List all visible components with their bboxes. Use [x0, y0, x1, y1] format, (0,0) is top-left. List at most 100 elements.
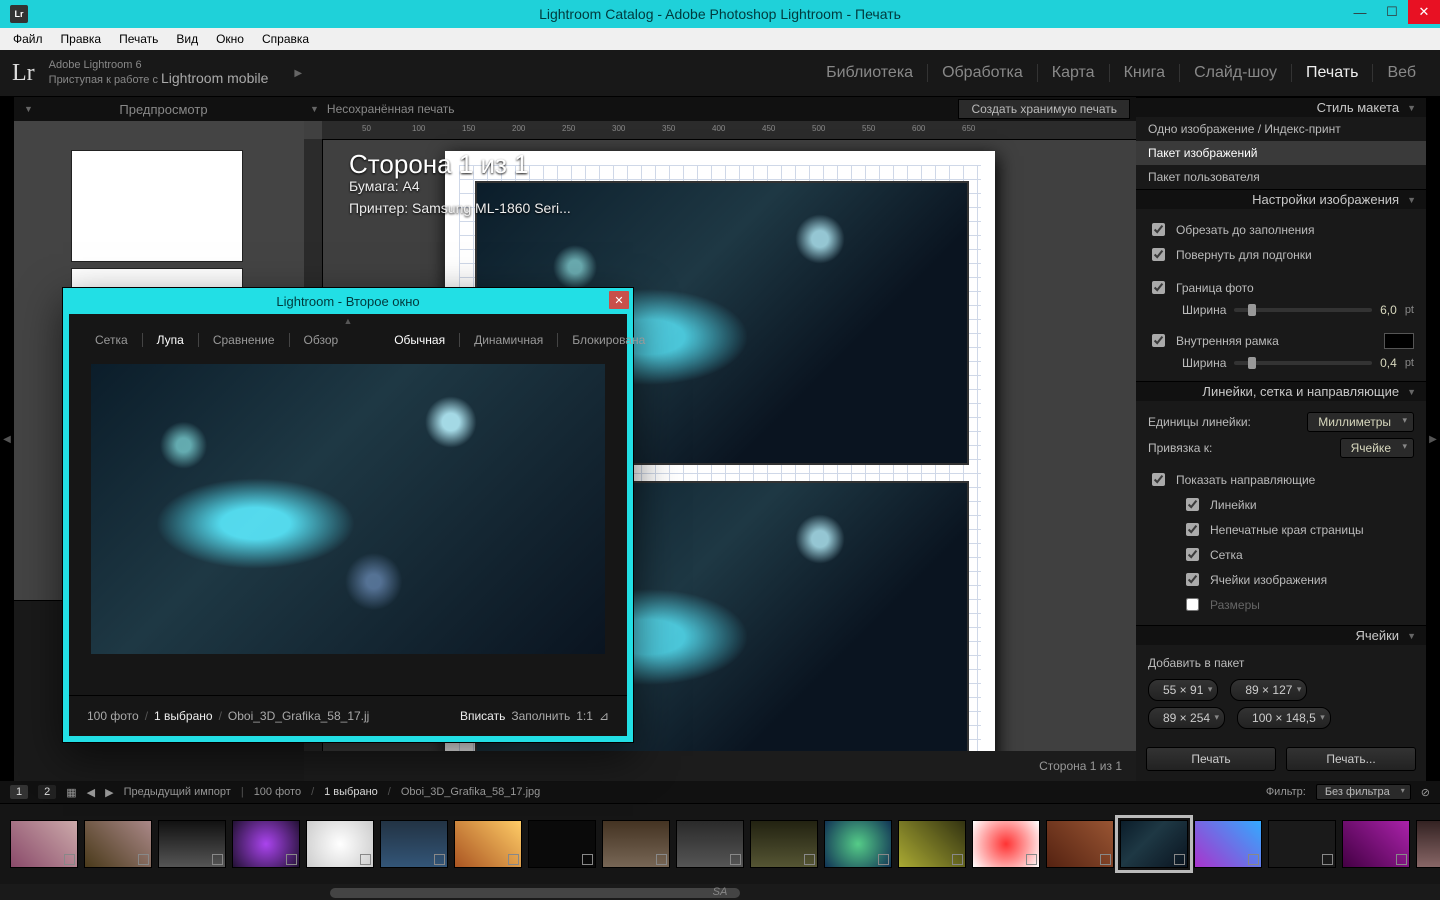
- filmstrip-thumb[interactable]: [972, 820, 1040, 868]
- main-window-indicator[interactable]: 1: [10, 785, 28, 799]
- filmstrip-thumb[interactable]: [1194, 820, 1262, 868]
- preview-page-thumb[interactable]: [72, 151, 242, 261]
- rotate-to-fit-checkbox[interactable]: Повернуть для подгонки: [1148, 242, 1414, 267]
- maximize-button[interactable]: ☐: [1376, 0, 1408, 24]
- filmstrip-thumb[interactable]: [1046, 820, 1114, 868]
- layout-style-header[interactable]: Стиль макета▼: [1136, 97, 1426, 117]
- filmstrip-thumb-selected[interactable]: [1120, 820, 1188, 868]
- filmstrip-thumb[interactable]: [602, 820, 670, 868]
- identity-plate-caret-icon[interactable]: ▶: [294, 68, 302, 79]
- module-library[interactable]: Библиотека: [812, 64, 928, 82]
- module-print[interactable]: Печать: [1292, 64, 1373, 82]
- filmstrip[interactable]: [0, 803, 1440, 884]
- cells-header[interactable]: Ячейки▼: [1136, 625, 1426, 645]
- menu-help[interactable]: Справка: [253, 32, 318, 46]
- mobile-link[interactable]: Lightroom mobile: [161, 70, 268, 86]
- crop-to-fill-checkbox[interactable]: Обрезать до заполнения: [1148, 217, 1414, 242]
- ruler-units-select[interactable]: Миллиметры: [1307, 412, 1414, 432]
- module-map[interactable]: Карта: [1038, 64, 1110, 82]
- show-guides-checkbox[interactable]: Показать направляющие: [1148, 467, 1414, 492]
- second-window-titlebar[interactable]: Lightroom - Второе окно ✕: [63, 288, 633, 314]
- menu-file[interactable]: Файл: [4, 32, 52, 46]
- filmstrip-thumb[interactable]: [528, 820, 596, 868]
- filmstrip-thumb[interactable]: [676, 820, 744, 868]
- tab-locked[interactable]: Блокирована: [558, 333, 659, 347]
- disclosure-triangle-icon: ▼: [24, 104, 33, 114]
- filmstrip-scrollbar[interactable]: SA: [0, 884, 1440, 900]
- style-single[interactable]: Одно изображение / Индекс-принт: [1136, 117, 1426, 141]
- inner-stroke-checkbox[interactable]: Внутренняя рамка: [1148, 328, 1414, 353]
- filmstrip-thumb[interactable]: [824, 820, 892, 868]
- zoom-fill[interactable]: Заполнить: [511, 709, 570, 723]
- zoom-fit[interactable]: Вписать: [460, 709, 505, 723]
- stroke-width-slider[interactable]: [1234, 361, 1372, 365]
- print-dialog-button[interactable]: Печать...: [1286, 747, 1416, 771]
- style-package[interactable]: Пакет изображений: [1136, 141, 1426, 165]
- filmstrip-thumb[interactable]: [232, 820, 300, 868]
- filmstrip-thumb[interactable]: [454, 820, 522, 868]
- rulers-grid-header[interactable]: Линейки, сетка и направляющие▼: [1136, 381, 1426, 401]
- photo-border-checkbox[interactable]: Граница фото: [1148, 275, 1414, 300]
- guide-grid-checkbox[interactable]: Сетка: [1148, 542, 1414, 567]
- filter-lock-icon[interactable]: ⊘: [1421, 786, 1430, 799]
- preview-panel-header[interactable]: ▼ Предпросмотр: [14, 97, 304, 121]
- loupe-image[interactable]: [91, 364, 605, 654]
- tab-normal[interactable]: Обычная: [380, 333, 460, 347]
- border-width-slider[interactable]: [1234, 308, 1372, 312]
- forward-icon[interactable]: ▶: [105, 786, 113, 799]
- source-label[interactable]: Предыдущий импорт: [124, 786, 231, 798]
- guide-cells-checkbox[interactable]: Ячейки изображения: [1148, 567, 1414, 592]
- style-custom[interactable]: Пакет пользователя: [1136, 165, 1426, 189]
- collapse-arrow-icon[interactable]: ▲: [69, 314, 627, 326]
- snap-to-select[interactable]: Ячейке: [1340, 438, 1414, 458]
- module-book[interactable]: Книга: [1110, 64, 1180, 82]
- tab-survey[interactable]: Обзор: [290, 333, 353, 347]
- guide-rulers-checkbox[interactable]: Линейки: [1148, 492, 1414, 517]
- preview-page-thumb[interactable]: [72, 269, 242, 289]
- guide-dims-checkbox[interactable]: Размеры: [1148, 592, 1414, 617]
- grid-view-icon[interactable]: ▦: [66, 786, 76, 799]
- guide-bleed-checkbox[interactable]: Непечатные края страницы: [1148, 517, 1414, 542]
- filmstrip-thumb[interactable]: [84, 820, 152, 868]
- filmstrip-thumb[interactable]: [1416, 820, 1440, 868]
- print-button[interactable]: Печать: [1146, 747, 1276, 771]
- zoom-1to1[interactable]: 1:1: [576, 709, 593, 723]
- filmstrip-thumb[interactable]: [158, 820, 226, 868]
- cell-size-button[interactable]: 100 × 148,5▾: [1237, 707, 1331, 729]
- filmstrip-thumb[interactable]: [750, 820, 818, 868]
- filmstrip-thumb[interactable]: [898, 820, 966, 868]
- menu-window[interactable]: Окно: [207, 32, 253, 46]
- tab-compare[interactable]: Сравнение: [199, 333, 290, 347]
- stroke-color-swatch[interactable]: [1384, 333, 1414, 349]
- menu-edit[interactable]: Правка: [52, 32, 111, 46]
- second-window-close-button[interactable]: ✕: [609, 291, 629, 309]
- create-saved-print-button[interactable]: Создать хранимую печать: [958, 99, 1130, 119]
- menu-print[interactable]: Печать: [110, 32, 167, 46]
- module-web[interactable]: Веб: [1373, 64, 1430, 82]
- tab-grid[interactable]: Сетка: [81, 333, 143, 347]
- tab-live[interactable]: Динамичная: [460, 333, 558, 347]
- module-develop[interactable]: Обработка: [928, 64, 1038, 82]
- filmstrip-thumb[interactable]: [380, 820, 448, 868]
- cell-size-button[interactable]: 55 × 91▾: [1148, 679, 1218, 701]
- back-icon[interactable]: ◀: [87, 786, 95, 799]
- minimize-button[interactable]: —: [1344, 0, 1376, 24]
- filter-select[interactable]: Без фильтра: [1316, 784, 1411, 800]
- module-slideshow[interactable]: Слайд-шоу: [1180, 64, 1292, 82]
- zoom-ratio-icon[interactable]: ⊿: [599, 709, 609, 723]
- filmstrip-thumb[interactable]: [306, 820, 374, 868]
- tab-loupe[interactable]: Лупа: [143, 333, 199, 347]
- right-panel-collapse-icon[interactable]: ▶: [1426, 97, 1440, 781]
- image-settings-header[interactable]: Настройки изображения▼: [1136, 189, 1426, 209]
- cell-size-button[interactable]: 89 × 254▾: [1148, 707, 1225, 729]
- filmstrip-thumb[interactable]: [1268, 820, 1336, 868]
- left-panel-collapse-icon[interactable]: ◀: [0, 97, 14, 781]
- chevron-down-icon[interactable]: ▼: [310, 104, 319, 114]
- close-button[interactable]: ✕: [1408, 0, 1440, 24]
- scrollbar-thumb[interactable]: [330, 888, 740, 898]
- second-window-indicator[interactable]: 2: [38, 785, 56, 799]
- filmstrip-thumb[interactable]: [1342, 820, 1410, 868]
- filmstrip-thumb[interactable]: [10, 820, 78, 868]
- menu-view[interactable]: Вид: [167, 32, 207, 46]
- cell-size-button[interactable]: 89 × 127▾: [1230, 679, 1307, 701]
